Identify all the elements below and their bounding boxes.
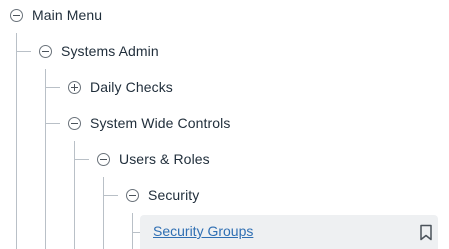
collapse-circle-icon[interactable] (68, 116, 81, 130)
tree-node-users-roles[interactable]: Users & Roles (97, 149, 210, 169)
tree-node-label: System Wide Controls (90, 115, 231, 131)
tree-connector-level-2 (74, 141, 75, 249)
tree-node-main-menu[interactable]: Main Menu (10, 5, 102, 25)
collapse-circle-icon[interactable] (126, 188, 139, 202)
collapse-circle-icon[interactable] (39, 44, 52, 58)
collapse-circle-icon[interactable] (10, 8, 23, 22)
tree-branch-systems-admin (16, 51, 31, 52)
tree-connector-level-0 (16, 33, 17, 249)
tree-connector-level-1 (45, 69, 46, 249)
tree-branch-system-wide-controls (45, 123, 60, 124)
tree-node-label: Systems Admin (61, 43, 159, 59)
tree-node-label: Daily Checks (90, 79, 173, 95)
tree-node-label: Users & Roles (119, 151, 210, 167)
tree-connector-level-3 (103, 177, 104, 249)
navigation-tree: Main Menu Systems Admin Daily Checks Sys… (0, 0, 449, 249)
tree-node-label: Main Menu (32, 7, 103, 23)
tree-node-daily-checks[interactable]: Daily Checks (68, 77, 173, 97)
expand-circle-icon[interactable] (68, 80, 81, 94)
bookmark-icon[interactable] (419, 224, 433, 241)
tree-node-security[interactable]: Security (126, 185, 199, 205)
tree-branch-security (103, 195, 118, 196)
tree-branch-users-roles (74, 159, 89, 160)
tree-node-system-wide-controls[interactable]: System Wide Controls (68, 113, 230, 133)
tree-node-systems-admin[interactable]: Systems Admin (39, 41, 159, 61)
tree-connector-level-4 (132, 213, 133, 249)
collapse-circle-icon[interactable] (97, 152, 110, 166)
security-groups-link[interactable]: Security Groups (153, 223, 253, 239)
tree-branch-daily-checks (45, 87, 60, 88)
tree-node-label: Security (148, 187, 200, 203)
